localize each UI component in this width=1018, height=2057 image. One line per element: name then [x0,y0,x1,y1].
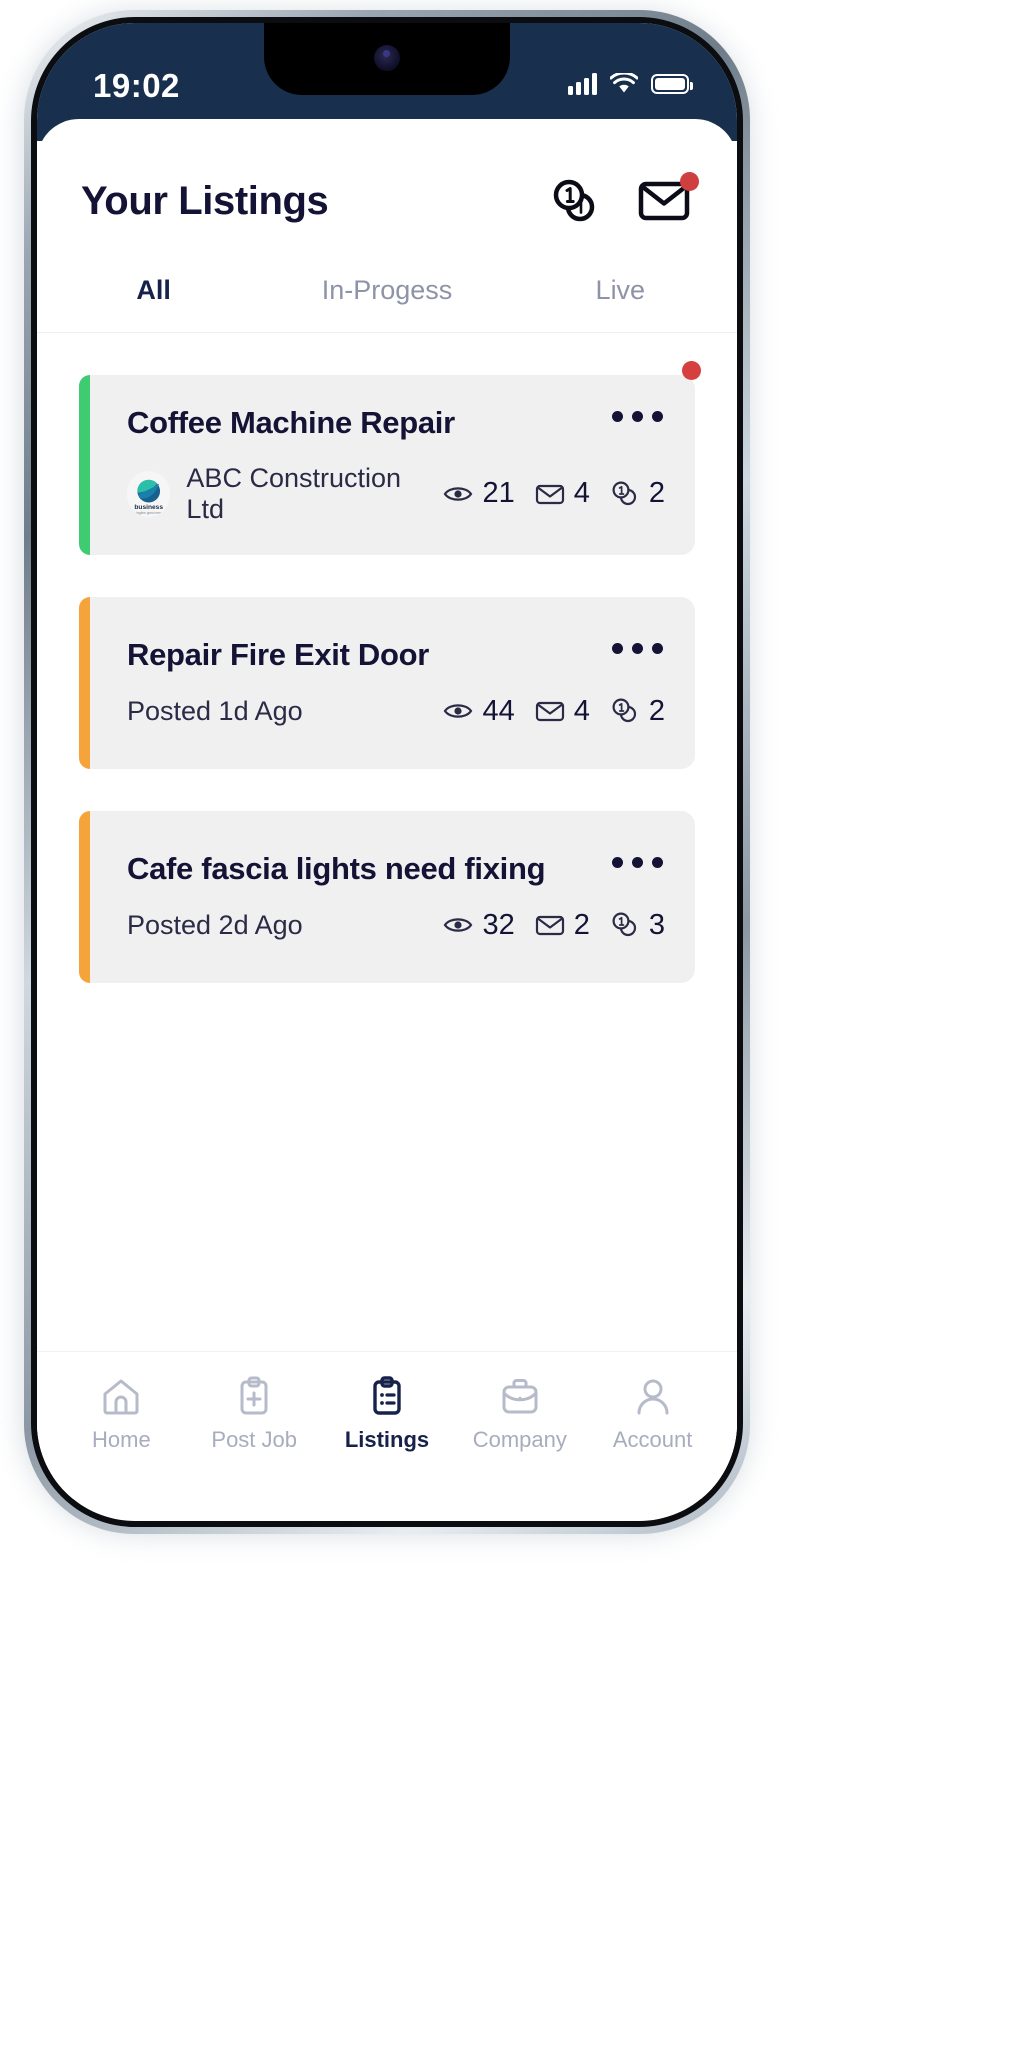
kebab-menu-icon[interactable] [610,405,665,428]
listing-title: Coffee Machine Repair [127,405,455,440]
listing-stats: 21 4 2 [443,477,665,510]
bids-stat: 2 [610,695,665,728]
listing-posted-date: Posted 1d Ago [127,695,303,726]
messages-value: 2 [573,908,590,941]
status-time: 19:02 [93,67,180,104]
listing-card-header: Cafe fascia lights need fixing [127,851,665,887]
listing-card[interactable]: Repair Fire Exit Door Posted 1d Ago 44 4… [79,596,695,769]
listing-notification-badge [682,361,701,380]
nav-label: Post Job [211,1427,297,1452]
mail-icon [535,484,564,504]
header-actions [547,172,699,229]
svg-text:tagline goes here: tagline goes here [136,510,161,514]
clipboard-plus-icon [240,1376,268,1415]
listing-title: Cafe fascia lights need fixing [127,851,546,887]
messages-stat: 4 [535,695,590,728]
views-value: 44 [482,694,515,727]
listing-status-accent [79,375,90,555]
views-value: 32 [482,908,515,941]
nav-label: Listings [344,1427,430,1452]
messages-stat: 2 [535,909,590,942]
phone-bezel: 19:02 Your Listings All In-Progess Live … [31,17,743,1527]
tab-in-progress[interactable]: In-Progess [270,263,503,332]
listing-card[interactable]: Coffee Machine Repair business tagline g… [79,361,701,555]
views-stat: 44 [443,694,515,728]
kebab-menu-icon[interactable] [610,637,665,660]
bids-value: 2 [648,477,665,510]
bids-stat: 3 [610,909,665,942]
status-indicators [568,73,693,95]
listing-posted-date: Posted 2d Ago [127,909,303,940]
listing-card-footer: business tagline goes here ABC Construct… [127,463,665,525]
phone-notch [264,23,510,95]
home-icon [103,1379,139,1415]
nav-item-home[interactable]: Home [55,1376,188,1453]
messages-value: 4 [573,477,590,510]
views-stat: 21 [443,477,515,510]
phone-screen: 19:02 Your Listings All In-Progess Live … [37,23,737,1521]
listing-card-header: Repair Fire Exit Door [127,637,665,673]
bottom-navigation: Home Post Job Listings Company Account [37,1351,737,1499]
listing-status-accent [79,596,90,769]
listing-card-header: Coffee Machine Repair [127,405,665,441]
cellular-signal-icon [568,73,597,95]
listing-card-footer: Posted 1d Ago 44 4 2 [127,695,665,728]
mail-icon [535,702,564,722]
screenshot-canvas: 19:02 Your Listings All In-Progess Live … [0,0,1018,2057]
listing-filter-tabs: All In-Progess Live [37,263,737,333]
nav-label: Home [92,1427,151,1452]
eye-icon [444,704,473,719]
coins-icon [612,698,636,723]
messages-stat: 4 [535,477,590,510]
bids-stat: 2 [610,477,665,510]
coins-icon [553,179,595,222]
nav-label: Account [612,1427,693,1452]
listing-company: business tagline goes here ABC Construct… [127,463,431,525]
nav-item-post-job[interactable]: Post Job [188,1376,321,1453]
bids-value: 3 [648,908,665,941]
messages-button[interactable] [637,172,699,224]
app-content: Your Listings All In-Progess Live Coffee… [37,119,737,1499]
nav-label: Company [472,1427,567,1452]
app-header: Your Listings [37,119,737,263]
page-title: Your Listings [81,178,329,223]
mail-icon [535,916,564,936]
listing-status-accent [79,810,90,983]
eye-icon [444,918,473,933]
coins-button[interactable] [547,173,603,229]
listing-card[interactable]: Cafe fascia lights need fixing Posted 2d… [79,810,695,983]
views-value: 21 [482,477,515,510]
listing-title: Repair Fire Exit Door [127,637,430,673]
listing-card-footer: Posted 2d Ago 32 2 3 [127,909,665,942]
wifi-icon [610,73,638,93]
person-icon [637,1379,669,1415]
listing-stats: 32 2 3 [443,909,665,942]
tab-live[interactable]: Live [504,263,737,332]
listings-list: Coffee Machine Repair business tagline g… [37,333,737,1351]
company-logo: business tagline goes here [127,470,171,517]
coins-icon [612,481,636,505]
mail-notification-badge [680,172,699,191]
messages-value: 4 [573,694,590,727]
business-logo-icon: business tagline goes here [134,479,163,514]
nav-item-listings[interactable]: Listings [321,1376,454,1453]
views-stat: 32 [443,908,515,942]
eye-icon [444,486,473,501]
phone-frame: 19:02 Your Listings All In-Progess Live … [24,10,750,1534]
nav-item-account[interactable]: Account [586,1376,719,1453]
battery-icon [651,74,693,94]
company-name: ABC Construction Ltd [186,462,402,524]
kebab-menu-icon[interactable] [610,851,665,874]
nav-item-company[interactable]: Company [453,1376,586,1453]
bids-value: 2 [648,694,665,727]
listing-stats: 44 4 2 [443,695,665,728]
coins-icon [612,912,636,937]
briefcase-icon [502,1379,538,1414]
clipboard-list-icon [373,1376,401,1415]
front-camera-icon [374,45,400,71]
tab-all[interactable]: All [37,263,270,332]
